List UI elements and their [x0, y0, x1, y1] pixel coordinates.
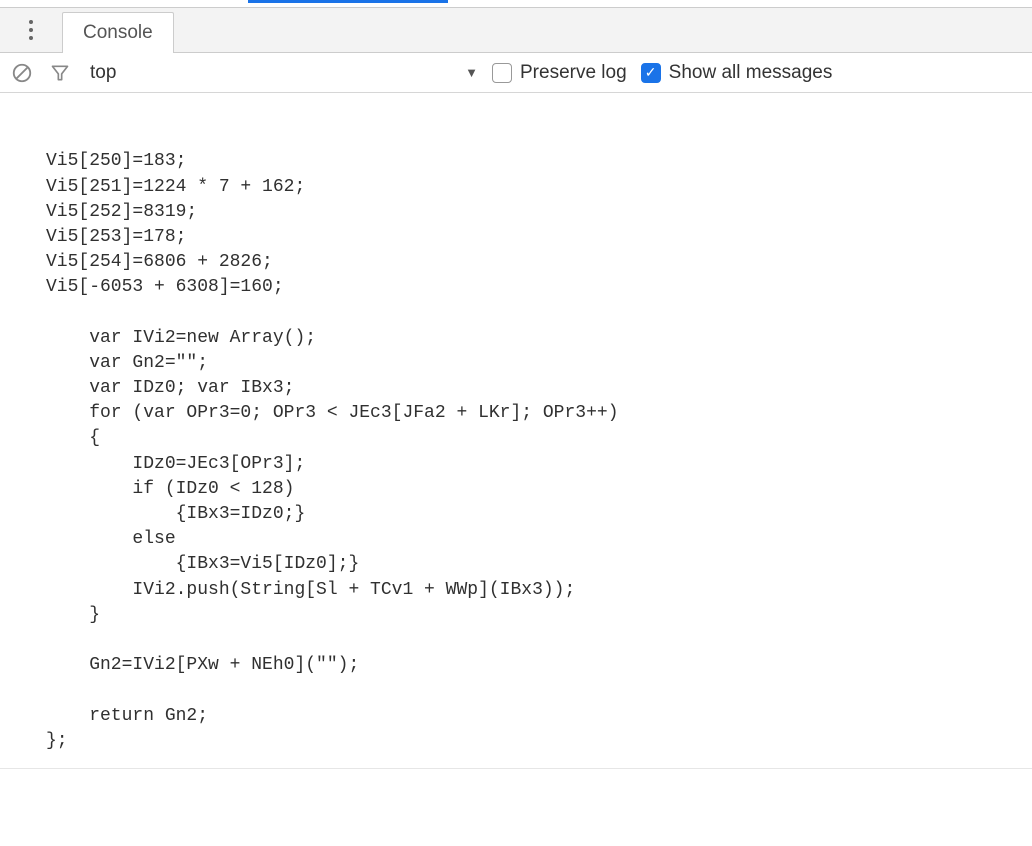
- tab-label: Console: [83, 22, 153, 44]
- execution-context-selector[interactable]: top ▼: [86, 62, 478, 84]
- context-label: top: [86, 62, 116, 84]
- tab-console[interactable]: Console: [62, 12, 174, 53]
- funnel-icon: [50, 63, 70, 83]
- devtools-tabbar: Console: [0, 8, 1032, 53]
- show-all-label: Show all messages: [669, 62, 833, 84]
- preserve-log-label: Preserve log: [520, 62, 627, 84]
- panel-top-edge: [0, 0, 1032, 8]
- console-toolbar: top ▼ Preserve log ✓ Show all messages: [0, 53, 1032, 93]
- checkbox-unchecked-icon: [492, 63, 512, 83]
- preserve-log-toggle[interactable]: Preserve log: [492, 62, 627, 84]
- checkbox-checked-icon: ✓: [641, 63, 661, 83]
- ban-icon: [11, 62, 33, 84]
- kebab-icon: [29, 20, 33, 40]
- console-output: Vi5[250]=183; Vi5[251]=1224 * 7 + 162; V…: [0, 93, 1032, 846]
- filter-button[interactable]: [48, 61, 72, 85]
- more-tabs-button[interactable]: [0, 8, 62, 52]
- show-all-messages-toggle[interactable]: ✓ Show all messages: [641, 62, 833, 84]
- active-tab-indicator: [248, 0, 448, 3]
- clear-console-button[interactable]: [10, 61, 34, 85]
- console-message-code[interactable]: Vi5[250]=183; Vi5[251]=1224 * 7 + 162; V…: [0, 149, 1032, 769]
- chevron-down-icon: ▼: [465, 65, 478, 80]
